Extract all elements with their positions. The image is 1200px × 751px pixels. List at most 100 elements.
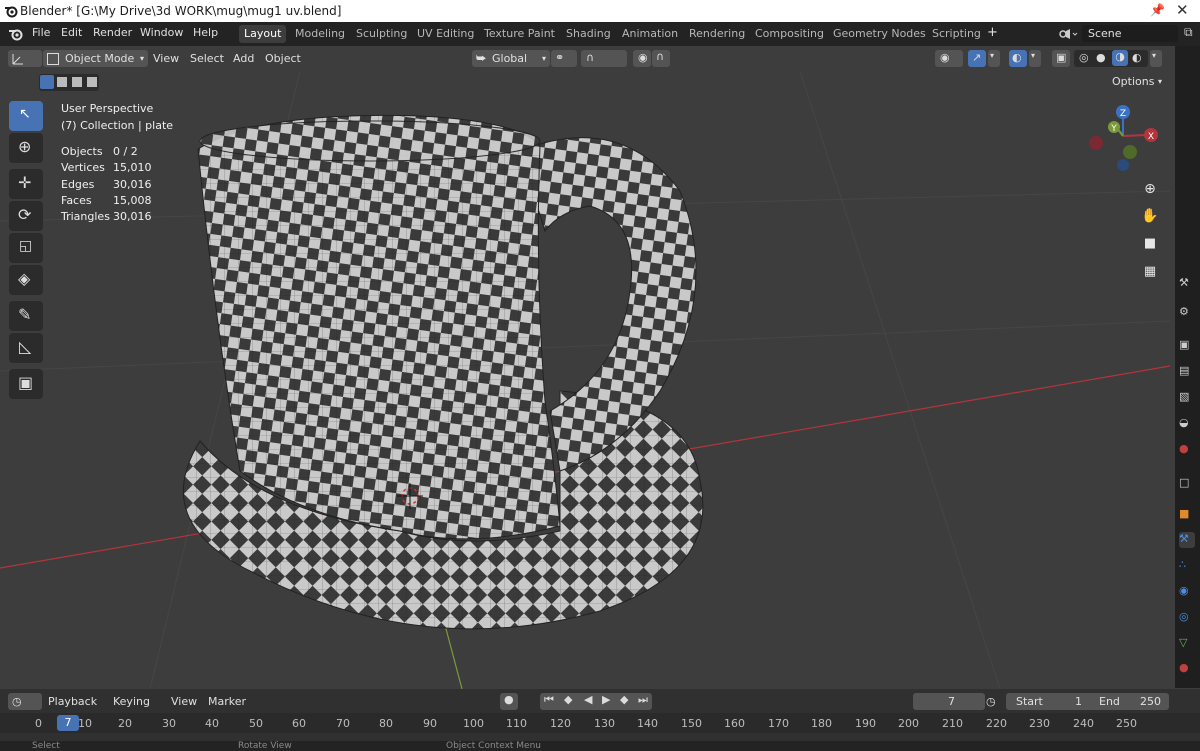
- timeline-menu-marker[interactable]: Marker: [208, 693, 246, 710]
- play-icon[interactable]: ▶: [602, 693, 610, 706]
- jump-end-icon[interactable]: ⏭: [638, 693, 648, 707]
- world-properties-icon[interactable]: ●: [1179, 442, 1195, 458]
- end-frame-field[interactable]: End 250: [1089, 693, 1169, 710]
- scene-properties-icon[interactable]: ◒: [1179, 416, 1195, 432]
- material-icon[interactable]: ●: [1179, 661, 1195, 677]
- annotate-tool[interactable]: ✎: [9, 301, 43, 331]
- scene-name-field[interactable]: Scene: [1082, 25, 1178, 42]
- tool-properties-icon[interactable]: ⚒: [1179, 276, 1195, 292]
- tab-texture-paint[interactable]: Texture Paint: [479, 25, 560, 43]
- header-menu-view[interactable]: View: [153, 50, 179, 67]
- menu-render[interactable]: Render: [93, 26, 132, 39]
- visibility-dropdown[interactable]: ◉: [935, 50, 963, 67]
- tab-animation[interactable]: Animation: [617, 25, 683, 43]
- timeline-menu-keying[interactable]: Keying: [113, 693, 150, 710]
- playhead-frame-indicator[interactable]: 7: [57, 715, 79, 731]
- object-properties-icon[interactable]: ■: [1179, 507, 1195, 523]
- falloff-dropdown[interactable]: ∩: [652, 50, 670, 67]
- navigation-gizmo[interactable]: Z X Y: [1085, 101, 1165, 171]
- timeline-menu-view[interactable]: View: [171, 693, 197, 710]
- tab-sculpting[interactable]: Sculpting: [351, 25, 412, 43]
- transform-orientation-dropdown[interactable]: ⮩ Global ▾: [472, 50, 550, 67]
- tab-modeling[interactable]: Modeling: [290, 25, 350, 43]
- options-dropdown[interactable]: Options ▾: [1106, 73, 1166, 91]
- tab-scripting[interactable]: Scripting: [927, 25, 986, 43]
- solid-shading-icon[interactable]: ●: [1096, 51, 1106, 64]
- close-icon[interactable]: ✕: [1176, 1, 1189, 19]
- render-properties-icon[interactable]: ▣: [1179, 338, 1195, 354]
- move-tool[interactable]: ✛: [9, 169, 43, 199]
- tool-settings-icon[interactable]: ⚙: [1179, 305, 1195, 321]
- timeline-editor-type-button[interactable]: ◷: [8, 693, 42, 710]
- mode-dropdown[interactable]: Object Mode ▾: [43, 50, 148, 67]
- physics-icon[interactable]: ◉: [1179, 584, 1195, 600]
- 3d-viewport[interactable]: Z X Y ⊕ ✋ ■ ▦ Options ▾ ↖ ⊕ ✛ ⟳ ◱ ◈ ✎ ◺ …: [0, 71, 1170, 689]
- rendered-shading-icon[interactable]: ◐: [1132, 51, 1142, 64]
- add-workspace-button[interactable]: +: [987, 25, 998, 40]
- cursor-tool[interactable]: ⊕: [9, 133, 43, 163]
- grid-perspective-icon[interactable]: ▦: [1140, 264, 1160, 284]
- proportional-editing-button[interactable]: ◉: [633, 50, 651, 67]
- selection-mode-group: [39, 74, 99, 91]
- add-cube-tool[interactable]: ▣: [9, 369, 43, 399]
- timeline-scrollbar[interactable]: [0, 733, 1200, 741]
- tab-rendering[interactable]: Rendering: [684, 25, 750, 43]
- jump-start-icon[interactable]: ⏮: [544, 693, 554, 707]
- clock-icon[interactable]: ◷: [986, 693, 996, 710]
- gizmo-dropdown[interactable]: ▾: [988, 50, 1000, 67]
- select-subtract-icon[interactable]: [72, 77, 82, 87]
- prev-keyframe-icon[interactable]: ◆: [564, 693, 572, 706]
- scene-selector-icon[interactable]: [1058, 27, 1078, 41]
- transform-tool[interactable]: ◈: [9, 265, 43, 295]
- menu-window[interactable]: Window: [140, 26, 183, 39]
- snapping-dropdown[interactable]: ∩: [581, 50, 627, 67]
- header-menu-select[interactable]: Select: [190, 50, 224, 67]
- camera-view-icon[interactable]: ■: [1140, 236, 1160, 256]
- output-properties-icon[interactable]: ▤: [1179, 364, 1195, 380]
- layers-icon[interactable]: ⧉: [1184, 25, 1193, 40]
- select-invert-icon[interactable]: [87, 77, 97, 87]
- pin-icon[interactable]: 📌: [1150, 3, 1165, 17]
- tab-uv-editing[interactable]: UV Editing: [412, 25, 479, 43]
- current-frame-field[interactable]: 7: [913, 693, 985, 710]
- next-keyframe-icon[interactable]: ◆: [620, 693, 628, 706]
- gizmo-toggle-button[interactable]: ↗: [968, 50, 986, 67]
- view-layer-icon[interactable]: ▧: [1179, 390, 1195, 406]
- modifier-wrench-icon[interactable]: ⚒: [1179, 532, 1195, 548]
- timeline-ruler[interactable]: 0 10 20 30 40 50 60 70 80 90 100 110 120…: [0, 713, 1200, 733]
- tab-shading[interactable]: Shading: [561, 25, 616, 43]
- object-data-icon[interactable]: ▽: [1179, 636, 1195, 652]
- particles-icon[interactable]: ∴: [1179, 558, 1195, 574]
- shading-dropdown[interactable]: ▾: [1150, 50, 1162, 67]
- measure-tool[interactable]: ◺: [9, 333, 43, 363]
- play-reverse-icon[interactable]: ◀: [584, 693, 592, 706]
- rotate-tool[interactable]: ⟳: [9, 201, 43, 231]
- hand-pan-icon[interactable]: ✋: [1140, 208, 1160, 228]
- overlays-dropdown[interactable]: ▾: [1029, 50, 1041, 67]
- pivot-point-dropdown[interactable]: ⚭: [551, 50, 577, 67]
- editor-type-button[interactable]: [8, 50, 42, 67]
- header-menu-add[interactable]: Add: [233, 50, 254, 67]
- menu-edit[interactable]: Edit: [61, 26, 82, 39]
- scale-tool[interactable]: ◱: [9, 233, 43, 263]
- start-frame-field[interactable]: Start 1: [1006, 693, 1094, 710]
- material-preview-shading-icon[interactable]: ◑: [1112, 50, 1128, 66]
- menu-help[interactable]: Help: [193, 26, 218, 39]
- select-new-icon[interactable]: [40, 75, 54, 89]
- record-button[interactable]: ●: [500, 693, 518, 710]
- constraints-icon[interactable]: ◎: [1179, 610, 1195, 626]
- tab-compositing[interactable]: Compositing: [750, 25, 829, 43]
- xray-toggle-button[interactable]: ▣: [1052, 50, 1070, 67]
- blender-menu-icon[interactable]: [8, 27, 23, 41]
- tab-geometry-nodes[interactable]: Geometry Nodes: [828, 25, 931, 43]
- tab-layout[interactable]: Layout: [239, 25, 287, 43]
- timeline-menu-playback[interactable]: Playback: [48, 693, 97, 710]
- header-menu-object[interactable]: Object: [265, 50, 301, 67]
- select-box-tool[interactable]: ↖: [9, 101, 43, 131]
- wireframe-shading-icon[interactable]: ◎: [1079, 51, 1089, 64]
- zoom-icon[interactable]: ⊕: [1140, 181, 1160, 201]
- overlays-toggle-button[interactable]: ◐: [1009, 50, 1027, 67]
- menu-file[interactable]: File: [32, 26, 50, 39]
- select-extend-icon[interactable]: [57, 77, 67, 87]
- collection-properties-icon[interactable]: □: [1179, 476, 1195, 492]
